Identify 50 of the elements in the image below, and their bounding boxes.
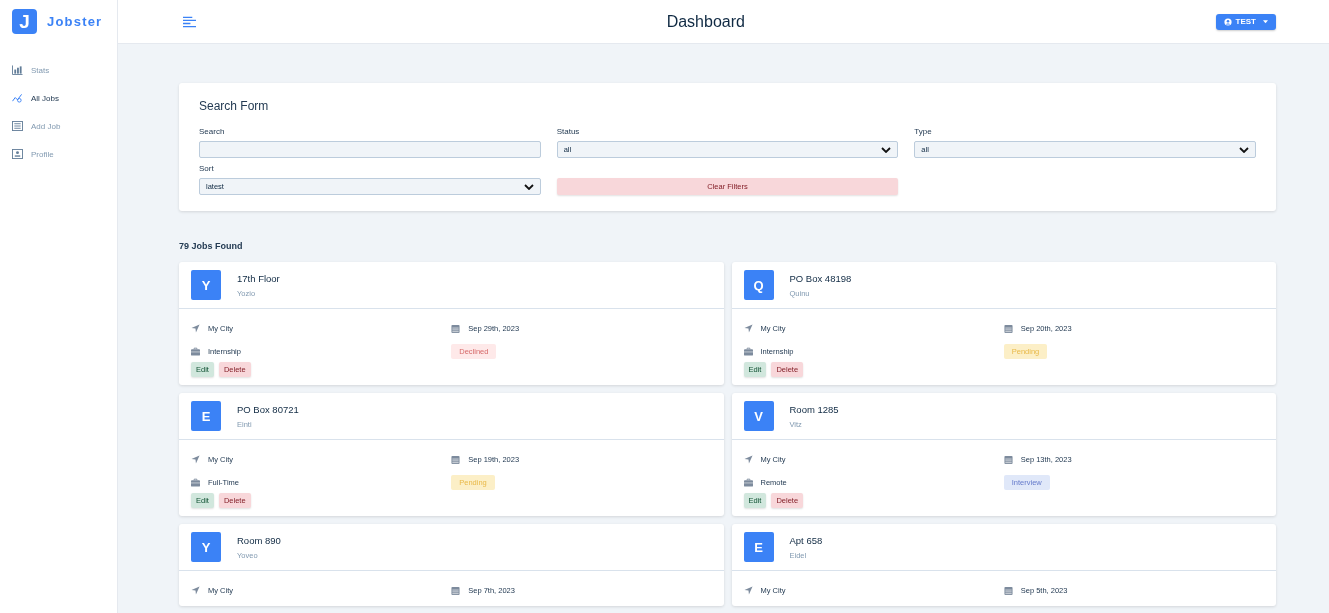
chevron-down-icon [881, 146, 892, 153]
company-avatar: E [743, 532, 774, 562]
sidebar-item[interactable]: All Jobs [0, 92, 117, 104]
form-title: Search Form [199, 99, 270, 113]
location-arrow-icon [743, 455, 753, 464]
field-label: Search [199, 127, 226, 136]
job-position: PO Box 48198 [789, 272, 852, 284]
job-position: 17th Floor [237, 272, 280, 284]
calendar-icon [451, 324, 461, 333]
briefcase-icon [191, 478, 200, 487]
calendar-icon [451, 455, 461, 464]
briefcase-icon [743, 478, 753, 487]
field-label: Sort [199, 164, 215, 173]
location-arrow-icon [191, 324, 200, 333]
field-label: Status [556, 127, 581, 136]
bar-chart-icon [12, 65, 23, 75]
job-position: Apt 658 [789, 534, 823, 546]
chevron-down-icon [523, 183, 534, 190]
company-avatar: E [191, 401, 221, 431]
user-icon [1223, 17, 1232, 26]
jobs-count: 79 Jobs Found [179, 241, 244, 251]
briefcase-icon [743, 347, 753, 356]
job-position: PO Box 80721 [237, 403, 299, 415]
calendar-icon [1003, 455, 1013, 464]
company-avatar: Y [191, 532, 221, 562]
menu-icon[interactable] [183, 15, 196, 28]
user-button[interactable]: TEST [1215, 13, 1276, 30]
logo-icon: J [12, 9, 37, 34]
location-arrow-icon [191, 586, 200, 595]
company-avatar: V [743, 401, 774, 431]
chevron-down-icon [1239, 146, 1249, 153]
form-icon [12, 121, 23, 131]
calendar-icon [451, 586, 461, 595]
location-arrow-icon [743, 586, 753, 595]
page-title: Dashboard [666, 12, 745, 31]
calendar-icon [1003, 586, 1013, 595]
calendar-icon [1003, 324, 1013, 333]
profile-card-icon [12, 149, 23, 159]
job-position: Room 890 [237, 534, 281, 546]
brand-name: Jobster [47, 14, 103, 29]
company-avatar: Y [191, 270, 221, 300]
location-arrow-icon [743, 324, 753, 333]
field-label: Type [914, 127, 933, 136]
caret-icon [1263, 19, 1268, 24]
briefcase-icon [191, 347, 200, 356]
chart-line-icon [12, 93, 23, 103]
job-position: Room 1285 [789, 403, 839, 415]
company-avatar: Q [743, 270, 774, 300]
location-arrow-icon [191, 455, 200, 464]
search-field[interactable] [199, 141, 541, 158]
